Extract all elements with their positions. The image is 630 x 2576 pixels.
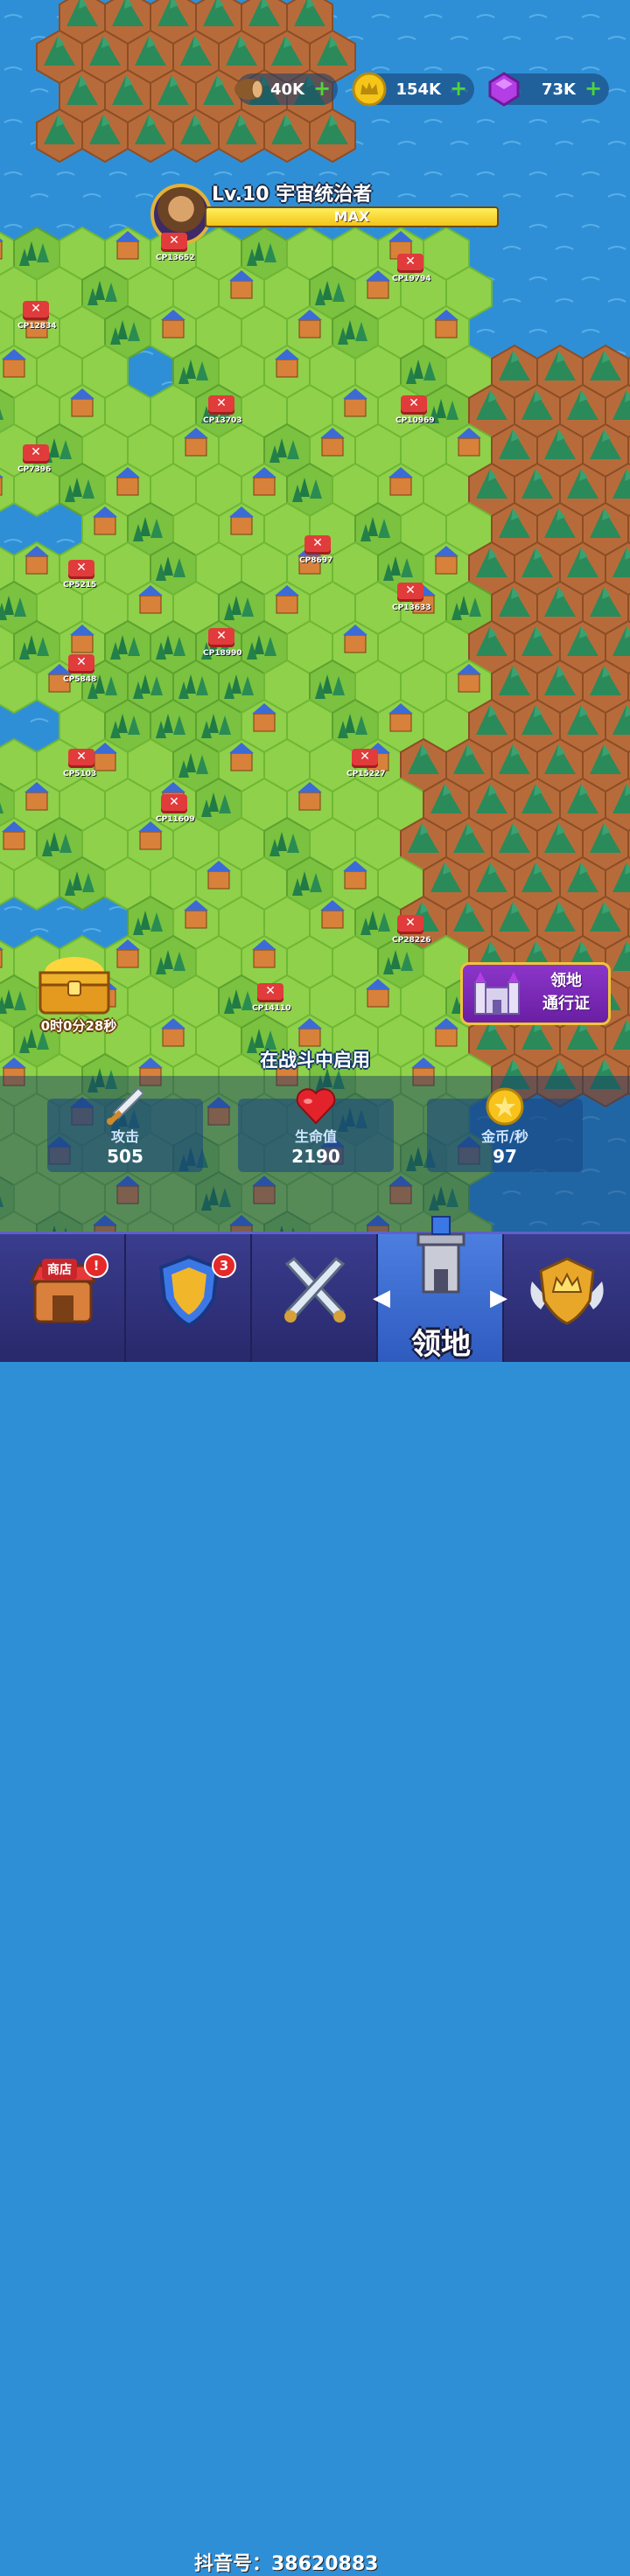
tab-shop[interactable]: 商店 ! [0, 1234, 126, 1362]
shop-alert-badge: ! [84, 1253, 108, 1278]
enemy-camp-flag[interactable] [23, 444, 49, 464]
enemy-camp-cp: CP5215 [63, 581, 97, 590]
enemy-camp-cp: CP8697 [299, 556, 333, 565]
gold-per-second-label: 金币/秒 [481, 1128, 528, 1145]
gold-counter[interactable]: 154K + [352, 72, 474, 107]
enemy-camp-flag[interactable] [208, 628, 234, 647]
xp-label: MAX [333, 208, 370, 225]
player-info[interactable]: Lv.10 宇宙统治者 MAX [150, 178, 500, 248]
enemy-camp-cp: CP14110 [252, 1004, 291, 1013]
enemy-camp-flag[interactable] [68, 560, 94, 579]
enemy-camp-flag[interactable] [68, 749, 94, 768]
enemy-camp-flag[interactable] [208, 395, 234, 415]
add-gold-button[interactable]: + [450, 78, 467, 99]
wood-counter[interactable]: 40K + [234, 73, 338, 105]
pass-line-1: 领地 [550, 972, 582, 990]
tab-ranking[interactable] [504, 1234, 630, 1362]
chest-icon [38, 957, 110, 1015]
heroes-badge: 3 [212, 1253, 236, 1278]
watermark: 抖音号：38620883 [194, 2553, 379, 2575]
crown-coin-icon [352, 72, 387, 107]
shop-label: 商店 [42, 1259, 77, 1280]
enemy-camp-cp: CP13703 [203, 416, 242, 425]
crossed-swords-icon [284, 1256, 346, 1323]
tab-heroes[interactable]: 3 [126, 1234, 252, 1362]
enemy-camp-cp: CP5103 [63, 770, 97, 778]
tab-battle[interactable] [252, 1234, 378, 1362]
treasure-chest[interactable]: 0时0分28秒 [26, 946, 122, 1034]
add-gem-button[interactable]: + [584, 78, 602, 99]
resource-bar: 40K + 154K + 73K + [219, 72, 612, 108]
health-label: 生命值 [294, 1128, 337, 1145]
crown-emblem-icon [530, 1257, 604, 1325]
xp-bar: MAX [205, 206, 499, 227]
enemy-camp-cp: CP11609 [156, 815, 195, 824]
gem-counter[interactable]: 73K + [488, 72, 609, 107]
tower-icon [416, 1216, 466, 1294]
heart-icon [296, 1088, 336, 1125]
enemy-camp-cp: CP28226 [392, 936, 431, 945]
gold-per-second-value: 97 [493, 1146, 517, 1167]
sword-icon [107, 1086, 145, 1125]
pass-line-2: 通行证 [542, 995, 590, 1013]
gem-icon [488, 72, 520, 107]
enemy-camp-flag[interactable] [257, 983, 284, 1002]
enemy-camp-cp: CP15227 [346, 770, 386, 778]
enemy-camp-flag[interactable] [68, 654, 94, 674]
enemy-camp-cp: CP7396 [18, 465, 52, 474]
enemy-camp-cp: CP12834 [18, 322, 57, 331]
gold-value: 154K [396, 80, 441, 99]
territory-tab-label: 领地 [411, 1327, 471, 1362]
health-stat: 生命值 2190 [238, 1088, 394, 1172]
player-title: Lv.10 宇宙统治者 [212, 184, 373, 206]
gem-value: 73K [542, 80, 576, 99]
castle-icon [474, 972, 520, 1015]
enemy-camp-flag[interactable] [397, 254, 424, 273]
territory-pass-button[interactable]: 领地 通行证 [460, 962, 611, 1025]
attack-stat: 攻击 505 [47, 1086, 203, 1172]
enemy-camp-cp: CP10969 [396, 416, 435, 425]
enemy-camp-flag[interactable] [304, 535, 331, 555]
territory-pass-label: 领地 通行证 [526, 970, 606, 1016]
enemy-camp-flag[interactable] [352, 749, 378, 768]
enemy-camp-cp: CP5848 [63, 675, 97, 684]
enemy-camp-cp: CP13633 [392, 604, 431, 612]
add-wood-button[interactable]: + [313, 78, 331, 99]
enemy-camp-flag[interactable] [397, 915, 424, 934]
tab-territory[interactable]: ◀ ▶ 领地 [373, 1216, 508, 1362]
wood-value: 40K [270, 80, 304, 99]
gold-coin-icon [486, 1087, 524, 1126]
enemy-camp-flag[interactable] [397, 583, 424, 602]
log-icon [234, 79, 263, 100]
attack-value: 505 [107, 1146, 144, 1167]
attack-label: 攻击 [110, 1128, 139, 1145]
enemy-camp-flag[interactable] [401, 395, 427, 415]
enemy-camp-cp: CP13652 [156, 254, 195, 262]
chest-timer: 0时0分28秒 [40, 1018, 117, 1034]
enemy-camp-flag[interactable] [23, 301, 49, 320]
enemy-camp-cp: CP19794 [392, 275, 431, 283]
enemy-camp-flag[interactable] [161, 794, 187, 813]
gold-per-second-stat: 金币/秒 97 [427, 1087, 583, 1172]
bottom-nav: 商店 ! 3 ◀ ▶ 领地 抖音号：38620883 [0, 1216, 630, 2575]
chevron-left-icon[interactable]: ◀ [373, 1285, 390, 1311]
enemy-camp-flag[interactable] [161, 233, 187, 252]
health-value: 2190 [291, 1146, 340, 1167]
battle-note: 在战斗中启用 [260, 1050, 370, 1071]
enemy-camp-cp: CP18990 [203, 649, 242, 658]
